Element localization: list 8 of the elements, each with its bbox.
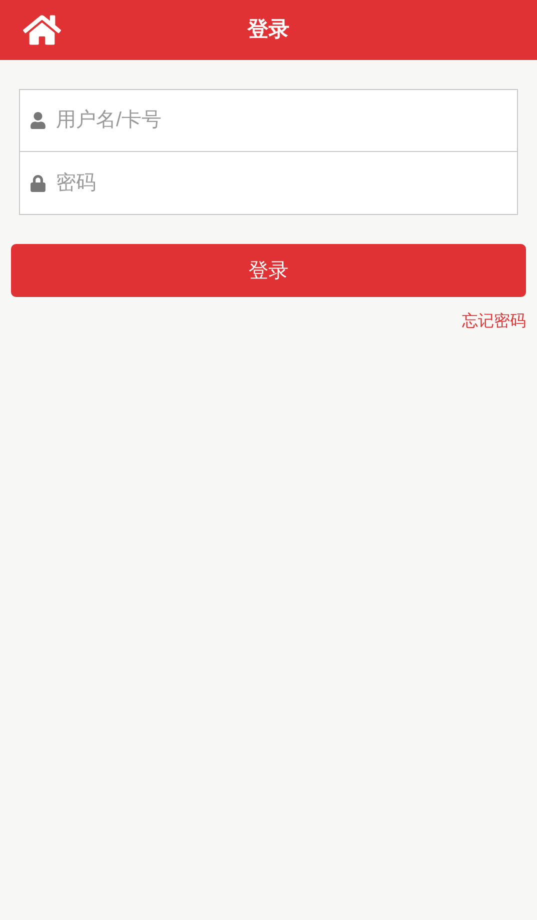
- login-button[interactable]: 登录: [11, 244, 526, 297]
- lock-icon: [30, 175, 46, 192]
- home-icon[interactable]: [23, 13, 61, 47]
- user-icon: [30, 112, 46, 129]
- password-field[interactable]: 密码: [19, 152, 518, 215]
- page-title: 登录: [248, 17, 290, 44]
- username-field[interactable]: 用户名/卡号: [19, 89, 518, 152]
- forgot-password-link[interactable]: 忘记密码: [462, 310, 526, 334]
